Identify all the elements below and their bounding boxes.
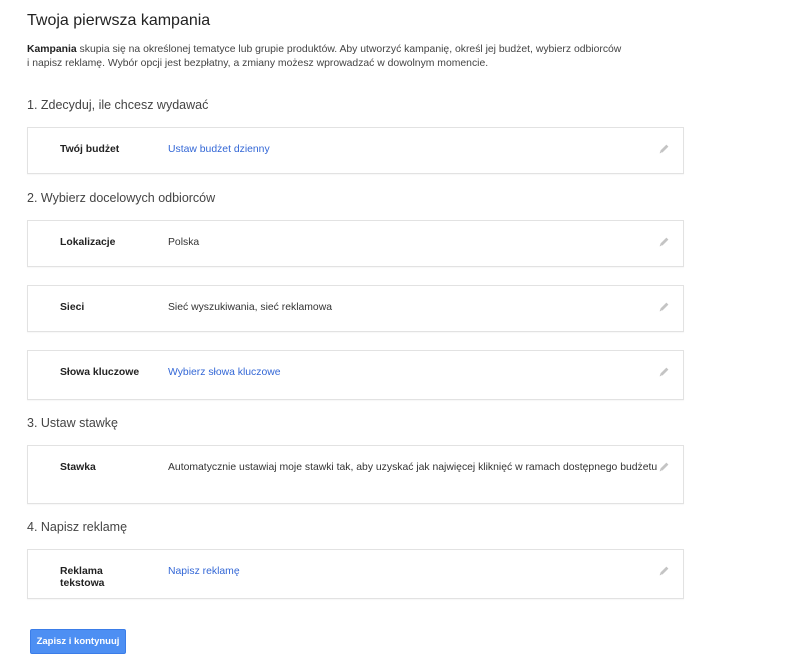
card-label-bid: Stawka — [60, 462, 96, 473]
intro-line-2: i napisz reklamę. Wybór opcji jest bezpł… — [27, 57, 489, 69]
card-text-ad[interactable]: Reklama tekstowa Napisz reklamę — [27, 549, 684, 599]
card-value-bid: Automatycznie ustawiaj moje stawki tak, … — [168, 462, 658, 473]
card-budget[interactable]: Twój budżet Ustaw budżet dzienny — [27, 127, 684, 174]
set-daily-budget-link[interactable]: Ustaw budżet dzienny — [168, 144, 663, 156]
card-label-text-ad: Reklama tekstowa — [60, 566, 105, 589]
intro-line-1: skupia się na określonej tematyce lub gr… — [76, 44, 622, 55]
section-heading-budget: 1. Zdecyduj, ile chcesz wydawać — [27, 98, 209, 112]
choose-keywords-link[interactable]: Wybierz słowa kluczowe — [168, 367, 663, 379]
pencil-icon[interactable] — [657, 235, 671, 249]
card-label-networks: Sieci — [60, 302, 85, 313]
campaign-page: Twoja pierwsza kampania Kampania skupia … — [0, 0, 802, 667]
card-bid[interactable]: Stawka Automatycznie ustawiaj moje stawk… — [27, 445, 684, 504]
intro-text: Kampania skupia się na określonej tematy… — [27, 43, 707, 70]
page-title: Twoja pierwsza kampania — [27, 12, 211, 29]
write-ad-link[interactable]: Napisz reklamę — [168, 566, 663, 578]
card-label-keywords: Słowa kluczowe — [60, 367, 140, 378]
card-label-locations: Lokalizacje — [60, 237, 116, 248]
card-locations[interactable]: Lokalizacje Polska — [27, 220, 684, 267]
intro-bold: Kampania — [27, 44, 77, 55]
section-heading-bid: 3. Ustaw stawkę — [27, 416, 119, 430]
save-and-continue-button[interactable]: Zapisz i kontynuuj — [30, 629, 126, 654]
card-value-networks: Sieć wyszukiwania, sieć reklamowa — [168, 302, 332, 313]
section-heading-audience: 2. Wybierz docelowych odbiorców — [27, 191, 216, 205]
section-heading-ad: 4. Napisz reklamę — [27, 520, 128, 534]
pencil-icon[interactable] — [657, 564, 671, 578]
card-value-locations: Polska — [168, 237, 200, 248]
pencil-icon[interactable] — [657, 460, 671, 474]
card-networks[interactable]: Sieci Sieć wyszukiwania, sieć reklamowa — [27, 285, 684, 332]
card-label-budget: Twój budżet — [60, 144, 120, 155]
pencil-icon[interactable] — [657, 365, 671, 379]
pencil-icon[interactable] — [657, 300, 671, 314]
card-keywords[interactable]: Słowa kluczowe Wybierz słowa kluczowe — [27, 350, 684, 400]
pencil-icon[interactable] — [657, 142, 671, 156]
